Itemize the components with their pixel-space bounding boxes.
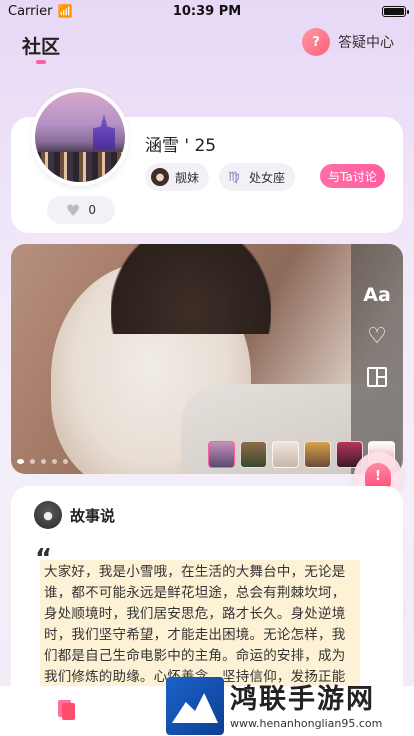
watermark-title: 鸿联手游网: [230, 683, 375, 715]
avatar[interactable]: [31, 88, 129, 186]
story-title: 故事说: [70, 506, 116, 525]
heart-outline-icon[interactable]: ♡: [367, 324, 387, 349]
watermark: 鸿联手游网 www.henanhonglian95.com: [166, 676, 410, 736]
discuss-button[interactable]: 与Ta讨论: [320, 164, 385, 188]
tag-zodiac: ♍ 处女座: [219, 163, 296, 191]
photo-carousel[interactable]: Aa ♡: [11, 244, 403, 474]
like-button[interactable]: ♥ 0: [47, 196, 115, 224]
heart-icon: ♥: [66, 200, 81, 220]
photo-tools: Aa ♡: [351, 244, 403, 474]
page-title[interactable]: 社区: [22, 32, 60, 59]
title-indicator: [36, 60, 46, 64]
help-center-button[interactable]: ? 答疑中心: [302, 28, 394, 56]
carrier-label: Carrier: [8, 3, 53, 19]
thumbnail[interactable]: [272, 441, 299, 468]
carousel-dots: [17, 459, 68, 464]
status-left: Carrier 📶: [8, 4, 72, 19]
thumbnail[interactable]: [208, 441, 235, 468]
chat-question-icon: ?: [302, 28, 330, 56]
watermark-logo-icon: [166, 677, 224, 735]
tag-style: ● 靓妹: [145, 163, 210, 191]
story-avatar: ●: [34, 501, 62, 529]
story-header: ● 故事说: [34, 501, 115, 529]
layout-icon[interactable]: [367, 367, 387, 387]
wifi-icon: 📶: [57, 4, 73, 18]
tag-style-label: 靓妹: [175, 170, 200, 185]
watermark-url: www.henanhonglian95.com: [230, 716, 383, 730]
like-count: 0: [88, 203, 96, 217]
thumbnail[interactable]: [304, 441, 331, 468]
status-bar: Carrier 📶 10:39 PM: [0, 0, 414, 22]
girl-icon: ●: [151, 168, 169, 186]
text-tool-icon[interactable]: Aa: [363, 284, 391, 306]
cards-icon[interactable]: [58, 700, 75, 720]
help-center-label: 答疑中心: [338, 35, 394, 51]
virgo-icon: ♍: [228, 169, 240, 185]
user-name: 涵雪 ' 25: [145, 136, 217, 156]
thumbnail[interactable]: [240, 441, 267, 468]
tag-zodiac-label: 处女座: [249, 170, 286, 185]
battery-icon: [382, 5, 409, 17]
status-time: 10:39 PM: [172, 3, 242, 19]
top-bar: 社区 ? 答疑中心: [0, 28, 414, 68]
